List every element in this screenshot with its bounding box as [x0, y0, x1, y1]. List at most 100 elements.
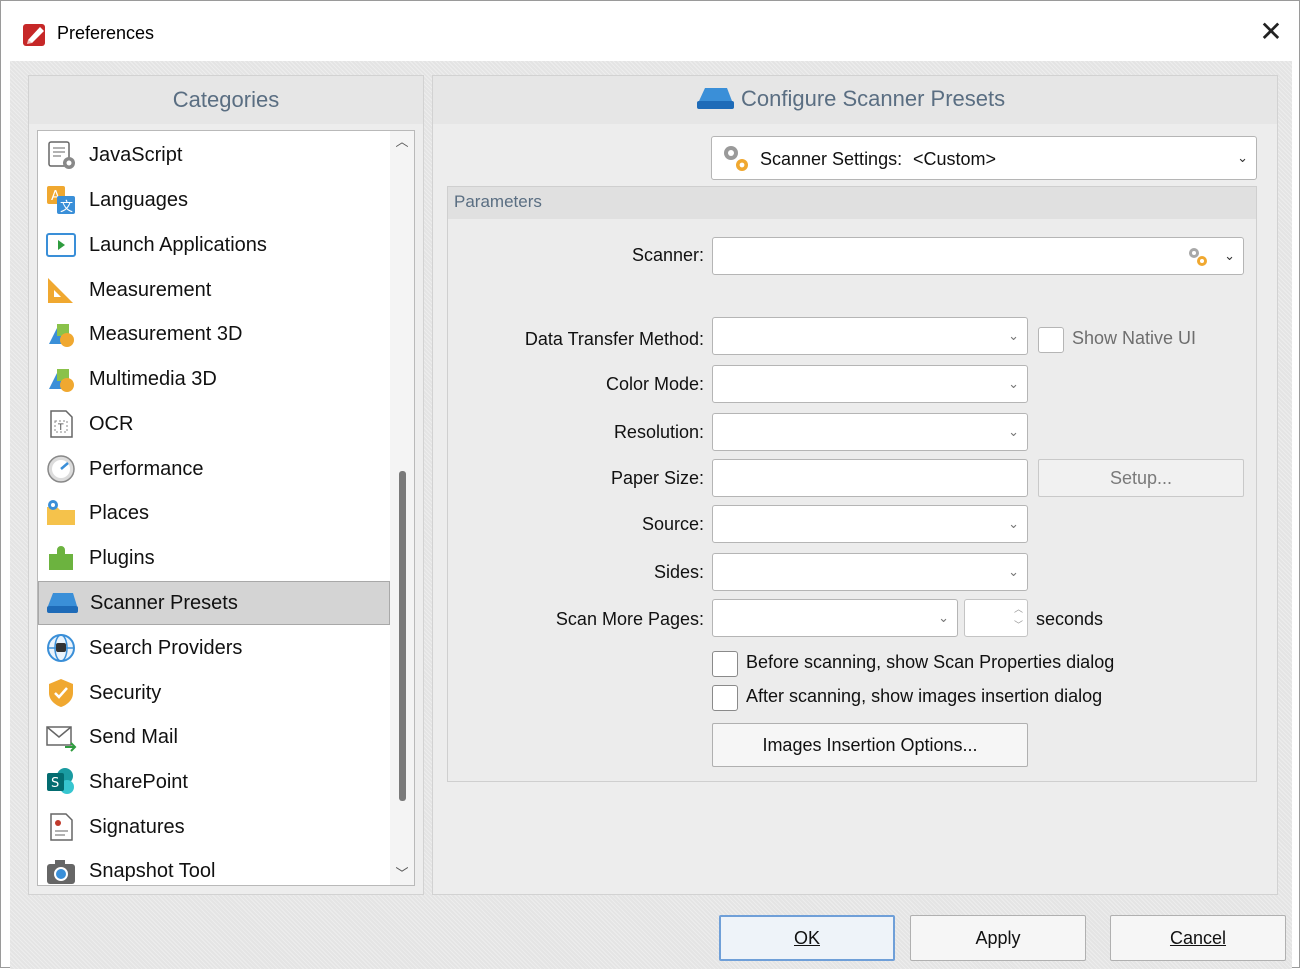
gear-icon — [718, 141, 754, 182]
sidebar-item-label: Launch Applications — [89, 233, 267, 256]
sidebar-item-label: Snapshot Tool — [89, 859, 216, 882]
close-icon: ✕ — [1259, 16, 1283, 47]
snapshot-tool-icon — [42, 854, 80, 885]
panel-header: Configure Scanner Presets — [433, 76, 1277, 124]
sidebar-item-label: Search Providers — [89, 636, 243, 659]
plugins-icon — [42, 541, 80, 575]
sidebar-item-languages[interactable]: A文 Languages — [38, 178, 390, 222]
spinner-up-icon[interactable]: ︿ — [1014, 602, 1023, 615]
paper-size-label: Paper Size: — [610, 468, 704, 488]
gear-icon — [1185, 244, 1211, 275]
spinner-down-icon[interactable]: ﹀ — [1014, 618, 1023, 631]
performance-icon — [42, 452, 80, 486]
scroll-down-icon[interactable]: ﹀ — [390, 863, 414, 885]
setup-button[interactable]: Setup... — [1038, 459, 1244, 497]
show-native-ui-label: Show Native UI — [1072, 328, 1197, 348]
chevron-down-icon: ⌄ — [1224, 248, 1235, 263]
sidebar-item-send-mail[interactable]: Send Mail — [38, 715, 390, 759]
seconds-spinner[interactable]: ︿ ﹀ — [964, 599, 1028, 637]
scanner-icon — [695, 86, 735, 117]
chevron-down-icon: ⌄ — [1008, 328, 1019, 343]
after-scanning-checkbox[interactable] — [712, 685, 738, 711]
data-transfer-method-select[interactable]: ⌄ — [712, 317, 1028, 355]
categories-header: Categories — [29, 76, 423, 124]
sidebar-item-label: JavaScript — [89, 143, 183, 166]
javascript-icon — [42, 138, 80, 172]
after-scanning-label: After scanning, show images insertion di… — [746, 686, 1103, 706]
svg-text:文: 文 — [60, 200, 73, 215]
window-title: Preferences — [57, 23, 155, 43]
scan-more-pages-label: Scan More Pages: — [555, 609, 704, 629]
images-insertion-options-button[interactable]: Images Insertion Options... — [712, 723, 1028, 767]
sidebar-item-label: Signatures — [89, 815, 185, 838]
cancel-button[interactable]: Cancel — [1110, 915, 1286, 961]
sidebar-item-measurement-3d[interactable]: Measurement 3D — [38, 312, 390, 356]
sidebar-item-places[interactable]: Places — [38, 491, 390, 535]
scrollbar-thumb[interactable] — [399, 471, 406, 801]
svg-text:S: S — [51, 776, 59, 791]
security-icon — [42, 676, 80, 710]
ok-button[interactable]: OK — [719, 915, 895, 961]
categories-scrollbar[interactable]: ︿ ﹀ — [390, 131, 414, 885]
multimedia-3d-icon — [42, 362, 80, 396]
scanner-settings-value: <Custom> — [913, 149, 997, 169]
places-icon — [42, 496, 80, 530]
languages-icon: A文 — [42, 183, 80, 217]
resolution-select[interactable]: ⌄ — [712, 413, 1028, 451]
sidebar-item-label: Measurement 3D — [89, 322, 243, 345]
before-scanning-checkbox[interactable] — [712, 651, 738, 677]
ocr-icon: T — [42, 407, 80, 441]
measurement-3d-icon — [42, 317, 80, 351]
scroll-up-icon[interactable]: ︿ — [390, 131, 414, 153]
dialog-client-area: Categories JavaScript A文 Languages Launc… — [10, 61, 1292, 969]
sidebar-item-measurement[interactable]: Measurement — [38, 268, 390, 312]
scanner-settings-combo[interactable]: Scanner Settings: <Custom> ⌄ — [711, 136, 1257, 180]
sidebar-item-launch-applications[interactable]: Launch Applications — [38, 223, 390, 267]
close-button[interactable]: ✕ — [1251, 15, 1291, 51]
sidebar-item-multimedia-3d[interactable]: Multimedia 3D — [38, 357, 390, 401]
sidebar-item-performance[interactable]: Performance — [38, 447, 390, 491]
sides-label: Sides: — [653, 562, 704, 582]
signatures-icon — [42, 810, 80, 844]
chevron-down-icon: ⌄ — [1008, 424, 1019, 439]
sidebar-item-scanner-presets[interactable]: Scanner Presets — [38, 581, 390, 625]
sidebar-item-label: Measurement — [89, 278, 212, 301]
sidebar-item-security[interactable]: Security — [38, 671, 390, 715]
app-logo-icon — [23, 24, 45, 46]
categories-list[interactable]: JavaScript A文 Languages Launch Applicati… — [37, 130, 415, 886]
paper-size-field[interactable] — [712, 459, 1028, 497]
sidebar-item-javascript[interactable]: JavaScript — [38, 133, 390, 177]
apply-button[interactable]: Apply — [910, 915, 1086, 961]
source-select[interactable]: ⌄ — [712, 505, 1028, 543]
scanner-select[interactable]: ⌄ — [712, 237, 1244, 275]
launch-applications-icon — [42, 228, 80, 262]
scanner-presets-panel: Configure Scanner Presets Scanner Settin… — [432, 75, 1278, 895]
source-label: Source: — [641, 514, 704, 534]
seconds-label: seconds — [1036, 609, 1104, 629]
sides-select[interactable]: ⌄ — [712, 553, 1028, 591]
sidebar-item-label: Multimedia 3D — [89, 367, 217, 390]
categories-panel: Categories JavaScript A文 Languages Launc… — [28, 75, 424, 895]
sidebar-item-label: Send Mail — [89, 725, 178, 748]
color-mode-label: Color Mode: — [605, 374, 704, 394]
preferences-window: Preferences ✕ Categories JavaScript A文 L… — [0, 0, 1300, 969]
sidebar-item-ocr[interactable]: T OCR — [38, 402, 390, 446]
scanner-settings-label: Scanner Settings: — [760, 149, 903, 169]
sidebar-item-label: OCR — [89, 412, 134, 435]
scan-more-pages-select[interactable]: ⌄ — [712, 599, 958, 637]
sidebar-item-label: Languages — [89, 188, 188, 211]
sidebar-item-plugins[interactable]: Plugins — [38, 536, 390, 580]
sidebar-item-search-providers[interactable]: Search Providers — [38, 626, 390, 670]
sidebar-item-sharepoint[interactable]: S SharePoint — [38, 760, 390, 804]
sidebar-item-signatures[interactable]: Signatures — [38, 805, 390, 849]
panel-title: Configure Scanner Presets — [741, 86, 1006, 111]
color-mode-select[interactable]: ⌄ — [712, 365, 1028, 403]
send-mail-icon — [42, 720, 80, 754]
sidebar-item-snapshot-tool[interactable]: Snapshot Tool — [38, 849, 390, 885]
svg-text:T: T — [57, 423, 64, 433]
chevron-down-icon: ⌄ — [1008, 516, 1019, 531]
title-bar: Preferences ✕ — [1, 1, 1299, 61]
data-transfer-label: Data Transfer Method: — [524, 329, 704, 349]
sidebar-item-label: Security — [89, 681, 162, 704]
show-native-ui-checkbox[interactable] — [1038, 327, 1064, 353]
